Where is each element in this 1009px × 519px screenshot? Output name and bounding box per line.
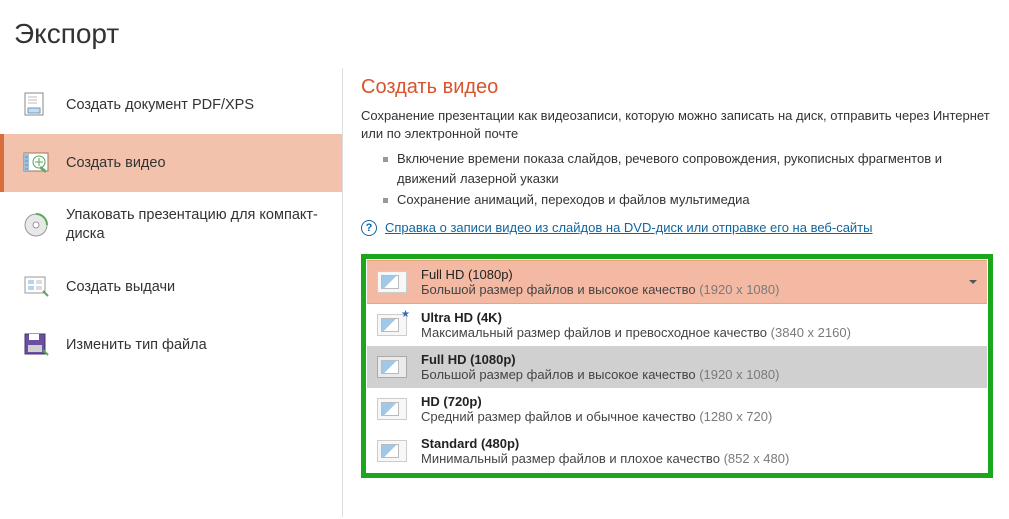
- option-desc: Минимальный размер файлов и плохое качес…: [421, 451, 789, 466]
- document-pdf-icon: [22, 91, 50, 119]
- thumbnail-icon: [377, 440, 407, 462]
- save-as-icon: [22, 331, 50, 359]
- bullet-item: Сохранение анимаций, переходов и файлов …: [383, 190, 993, 210]
- sidebar-item-label: Создать выдачи: [66, 278, 195, 297]
- option-title: Ultra HD (4K): [421, 310, 851, 325]
- sidebar-item-change-type[interactable]: Изменить тип файла: [0, 316, 342, 374]
- quality-selected[interactable]: Full HD (1080p) Большой размер файлов и …: [367, 260, 987, 304]
- option-desc: Средний размер файлов и обычное качество…: [421, 409, 772, 424]
- feature-bullets: Включение времени показа слайдов, речево…: [361, 149, 993, 210]
- option-desc: Большой размер файлов и высокое качество…: [421, 367, 779, 382]
- sidebar-item-package-cd[interactable]: Упаковать презентацию для компакт-диска: [0, 192, 342, 258]
- thumbnail-icon: [377, 271, 407, 293]
- quality-option-720p[interactable]: HD (720p) Средний размер файлов и обычно…: [367, 388, 987, 430]
- section-title: Создать видео: [361, 76, 993, 99]
- bullet-item: Включение времени показа слайдов, речево…: [383, 149, 993, 188]
- quality-option-1080p[interactable]: Full HD (1080p) Большой размер файлов и …: [367, 346, 987, 388]
- main-panel: Создать видео Сохранение презентации как…: [343, 68, 1009, 517]
- thumbnail-icon: [377, 314, 407, 336]
- sidebar-item-create-video[interactable]: Создать видео: [0, 134, 342, 192]
- help-link[interactable]: Справка о записи видео из слайдов на DVD…: [385, 220, 873, 235]
- quality-option-480p[interactable]: Standard (480p) Минимальный размер файло…: [367, 430, 987, 472]
- option-desc: Максимальный размер файлов и превосходно…: [421, 325, 851, 340]
- sidebar-item-handouts[interactable]: Создать выдачи: [0, 258, 342, 316]
- sidebar-item-label: Изменить тип файла: [66, 336, 227, 355]
- quality-dropdown: Full HD (1080p) Большой размер файлов и …: [361, 254, 993, 478]
- option-title: Standard (480p): [421, 436, 789, 451]
- sidebar-item-label: Создать документ PDF/XPS: [66, 96, 274, 115]
- section-intro: Сохранение презентации как видеозаписи, …: [361, 107, 993, 143]
- sidebar-item-label: Упаковать презентацию для компакт-диска: [66, 206, 342, 244]
- quality-option-4k[interactable]: Ultra HD (4K) Максимальный размер файлов…: [367, 304, 987, 346]
- handouts-icon: [22, 273, 50, 301]
- thumbnail-icon: [377, 356, 407, 378]
- option-title: HD (720p): [421, 394, 772, 409]
- export-sidebar: Создать документ PDF/XPS Создать видео У…: [0, 68, 343, 517]
- sidebar-item-pdf-xps[interactable]: Создать документ PDF/XPS: [0, 76, 342, 134]
- thumbnail-icon: [377, 398, 407, 420]
- video-icon: [22, 149, 50, 177]
- sidebar-item-label: Создать видео: [66, 154, 186, 173]
- help-icon: ?: [361, 220, 377, 236]
- option-desc: Большой размер файлов и высокое качество…: [421, 282, 779, 297]
- chevron-down-icon: [969, 280, 977, 284]
- cd-icon: [22, 211, 50, 239]
- page-title: Экспорт: [0, 0, 1009, 68]
- option-title: Full HD (1080p): [421, 352, 779, 367]
- option-title: Full HD (1080p): [421, 267, 779, 282]
